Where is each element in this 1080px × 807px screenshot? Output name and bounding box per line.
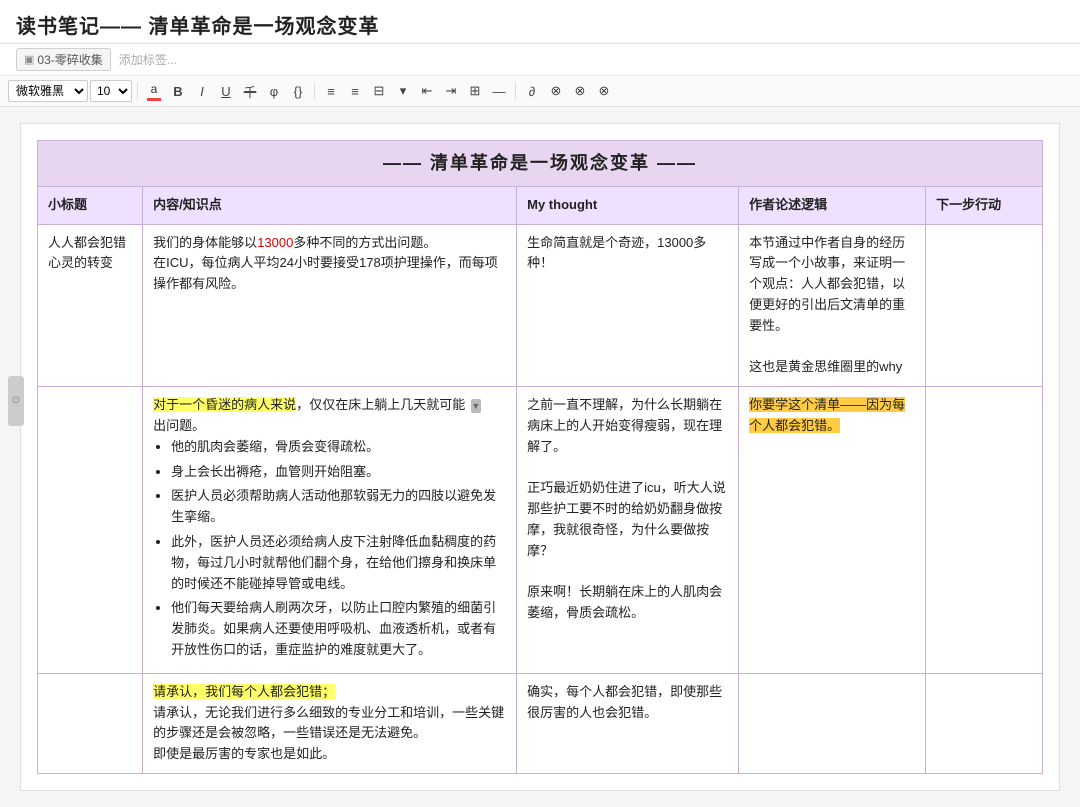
size-select[interactable]: 10 xyxy=(90,80,132,102)
cell-thought-2[interactable]: 之前一直不理解，为什么长期躺在病床上的人开始变得瘦弱，现在理解了。正巧最近奶奶住… xyxy=(517,387,739,674)
font-color-button[interactable]: a xyxy=(143,80,165,102)
header-subtitle: 小标题 xyxy=(38,186,143,224)
indent-left-button[interactable]: ⇤ xyxy=(416,80,438,102)
header-logic: 作者论述逻辑 xyxy=(739,186,926,224)
thought-text-3: 确实，每个人都会犯错，即使那些很厉害的人也会犯错。 xyxy=(527,684,722,720)
highlight-button[interactable]: φ xyxy=(263,80,285,102)
cell-logic-1: 本节通过中作者自身的经历写成一个小故事，来证明一个观点：人人都会犯错，以便更好的… xyxy=(739,224,926,387)
bullet-item: 身上会长出褥疮，血管则开始阻塞。 xyxy=(171,462,506,483)
bullet-item: 此外，医护人员还必须给病人皮下注射降低血黏稠度的药物，每过几小时就帮他们翻个身，… xyxy=(171,532,506,594)
content-underline-2: 对于一个昏迷的病人来说 xyxy=(153,397,296,412)
table-title-row: —— 清单革命是一场观念变革 —— xyxy=(38,141,1043,187)
strikethrough-button[interactable]: 千 xyxy=(239,80,261,102)
extra-button[interactable]: ⊗ xyxy=(593,80,615,102)
table-row: 人人都会犯错心灵的转变 我们的身体能够以13000多种不同的方式出问题。在ICU… xyxy=(38,224,1043,387)
thought-text-1: 生命简直就是个奇迹，13000多种！ xyxy=(527,235,706,271)
header-content: 内容/知识点 xyxy=(143,186,517,224)
cell-logic-2: 你要学这个清单——因为每个人都会犯错。 xyxy=(739,387,926,674)
cell-action-1[interactable] xyxy=(926,224,1043,387)
logic-highlight-2: 你要学这个清单——因为每个人都会犯错。 xyxy=(749,397,905,433)
cell-content-2[interactable]: 对于一个昏迷的病人来说，仅仅在床上躺上几天就可能 ▼ 出问题。 他的肌肉会萎缩，… xyxy=(143,387,517,674)
tag-bar: ▣ 03-零碎收集 添加标签... xyxy=(0,44,1080,76)
content-text-2a: ，仅仅在床上躺上几天就可能 xyxy=(296,397,465,412)
cell-subtitle-3 xyxy=(38,673,143,773)
title-bar: 读书笔记—— 清单革命是一场观念变革 xyxy=(0,0,1080,44)
bold-button[interactable]: B xyxy=(167,80,189,102)
editor-panel: —— 清单革命是一场观念变革 —— 小标题 内容/知识点 My thought … xyxy=(20,123,1060,791)
content-bullets-2: 他的肌肉会萎缩，骨质会变得疏松。 身上会长出褥疮，血管则开始阻塞。 医护人员必须… xyxy=(153,437,506,661)
header-action: 下一步行动 xyxy=(926,186,1043,224)
cell-action-2[interactable] xyxy=(926,387,1043,674)
table-button[interactable]: ⊞ xyxy=(464,80,486,102)
more-button[interactable]: ⊗ xyxy=(569,80,591,102)
tag-label: 03-零碎收集 xyxy=(37,51,102,68)
logic-text-1: 本节通过中作者自身的经历写成一个小故事，来证明一个观点：人人都会犯错，以便更好的… xyxy=(749,235,905,375)
bullet-item: 医护人员必须帮助病人活动他那软弱无力的四肢以避免发生挛缩。 xyxy=(171,486,506,528)
table-header-row: 小标题 内容/知识点 My thought 作者论述逻辑 下一步行动 xyxy=(38,186,1043,224)
cell-thought-1[interactable]: 生命简直就是个奇迹，13000多种！ xyxy=(517,224,739,387)
thought-text-2: 之前一直不理解，为什么长期躺在病床上的人开始变得瘦弱，现在理解了。正巧最近奶奶住… xyxy=(527,397,726,620)
cell-action-3[interactable] xyxy=(926,673,1043,773)
indent-right-button[interactable]: ⇥ xyxy=(440,80,462,102)
code-button[interactable]: {} xyxy=(287,80,309,102)
cell-thought-3[interactable]: 确实，每个人都会犯错，即使那些很厉害的人也会犯错。 xyxy=(517,673,739,773)
toolbar-sep-2 xyxy=(314,82,315,100)
underline-button[interactable]: U xyxy=(215,80,237,102)
sidebar-handle[interactable]: ⊙ xyxy=(8,376,24,426)
toolbar-sep-1 xyxy=(137,82,138,100)
font-select[interactable]: 微软雅黑 xyxy=(8,80,88,102)
toolbar: 微软雅黑 10 a B I U 千 φ {} ≡ ≡ ⊟ ▾ ⇤ ⇥ ⊞ — ∂… xyxy=(0,76,1080,107)
header-thought: My thought xyxy=(517,186,739,224)
tag-icon: ▣ xyxy=(24,53,34,66)
cell-subtitle-1: 人人都会犯错心灵的转变 xyxy=(38,224,143,387)
table-row: 对于一个昏迷的病人来说，仅仅在床上躺上几天就可能 ▼ 出问题。 他的肌肉会萎缩，… xyxy=(38,387,1043,674)
note-table: —— 清单革命是一场观念变革 —— 小标题 内容/知识点 My thought … xyxy=(37,140,1043,774)
list-ol-button[interactable]: ≡ xyxy=(344,80,366,102)
content-text-1a: 我们的身体能够以 xyxy=(153,235,257,250)
image-button[interactable]: ⊗ xyxy=(545,80,567,102)
bullet-item: 他的肌肉会萎缩，骨质会变得疏松。 xyxy=(171,437,506,458)
table-row: 请承认，我们每个人都会犯错； 请承认，无论我们进行多么细致的专业分工和培训，一些… xyxy=(38,673,1043,773)
content-text-2b: 出问题。 xyxy=(153,418,205,433)
app-container: 读书笔记—— 清单革命是一场观念变革 ▣ 03-零碎收集 添加标签... 微软雅… xyxy=(0,0,1080,807)
color-indicator xyxy=(147,98,161,101)
scroll-arrow[interactable]: ▼ xyxy=(471,399,481,413)
toolbar-sep-3 xyxy=(515,82,516,100)
cell-logic-3 xyxy=(739,673,926,773)
add-tag-button[interactable]: 添加标签... xyxy=(119,51,177,68)
link-button[interactable]: ∂ xyxy=(521,80,543,102)
align-dropdown-button[interactable]: ▾ xyxy=(392,80,414,102)
cell-content-1[interactable]: 我们的身体能够以13000多种不同的方式出问题。在ICU，每位病人平均24小时要… xyxy=(143,224,517,387)
content-area: ⊙ —— 清单革命是一场观念变革 —— 小标题 内容/知识点 My though… xyxy=(0,107,1080,807)
content-text-3: 请承认，无论我们进行多么细致的专业分工和培训，一些关键的步骤还是会被忽略，一些错… xyxy=(153,705,504,762)
bullet-item: 他们每天要给病人刷两次牙，以防止口腔内繁殖的细菌引发肺炎。如果病人还要使用呼吸机… xyxy=(171,598,506,660)
cell-subtitle-2 xyxy=(38,387,143,674)
content-underline-3: 请承认，我们每个人都会犯错； xyxy=(153,684,335,699)
page-title: 读书笔记—— 清单革命是一场观念变革 xyxy=(16,10,1064,39)
cell-content-3[interactable]: 请承认，我们每个人都会犯错； 请承认，无论我们进行多么细致的专业分工和培训，一些… xyxy=(143,673,517,773)
italic-button[interactable]: I xyxy=(191,80,213,102)
minus-button[interactable]: — xyxy=(488,80,510,102)
list-ul-button[interactable]: ≡ xyxy=(320,80,342,102)
table-title-cell: —— 清单革命是一场观念变革 —— xyxy=(38,141,1043,187)
align-button[interactable]: ⊟ xyxy=(368,80,390,102)
content-highlight-1: 13000 xyxy=(257,235,293,250)
tag-item[interactable]: ▣ 03-零碎收集 xyxy=(16,48,111,71)
